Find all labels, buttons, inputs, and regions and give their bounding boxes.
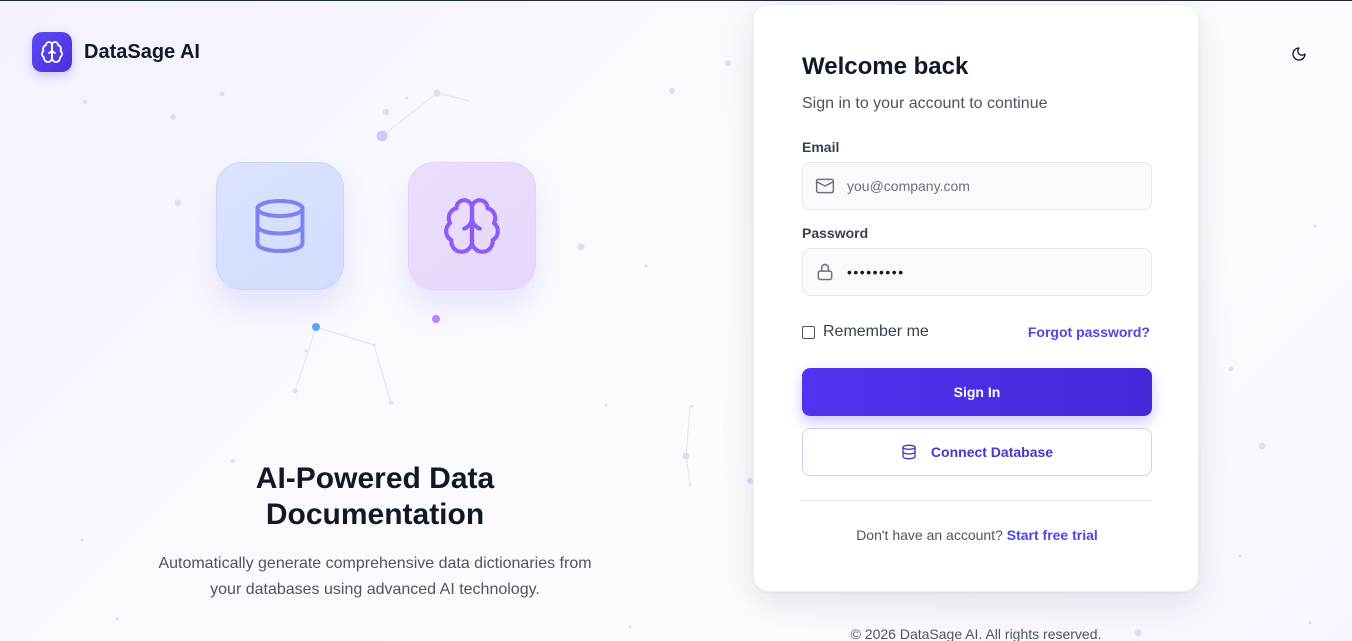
remember-checkbox[interactable] — [802, 325, 815, 339]
password-label: Password — [802, 225, 869, 241]
brand-name: DataSage AI — [84, 40, 200, 63]
theme-toggle-button[interactable] — [1289, 44, 1309, 64]
database-icon — [255, 199, 305, 253]
email-field[interactable] — [802, 162, 1152, 210]
connect-database-label: Connect Database — [930, 444, 1054, 460]
password-input[interactable]: ••••••••• — [847, 264, 905, 280]
login-subtitle: Sign in to your account to continue — [802, 95, 1048, 112]
brain-icon — [444, 198, 500, 254]
moon-icon — [1292, 47, 1306, 61]
mail-icon — [815, 178, 835, 194]
database-icon — [902, 444, 916, 460]
connect-database-button[interactable]: Connect Database — [802, 428, 1152, 476]
lock-icon — [817, 263, 833, 281]
forgot-password-link[interactable]: Forgot password? — [1028, 324, 1150, 340]
signup-prompt-text: Don't have an account? — [856, 527, 1003, 543]
database-tile — [216, 162, 344, 290]
login-card: Welcome back Sign in to your account to … — [753, 4, 1199, 592]
remember-label: Remember me — [823, 323, 929, 340]
divider — [802, 500, 1152, 501]
signup-prompt: Don't have an account? Start free trial — [802, 527, 1152, 543]
remember-me[interactable]: Remember me — [802, 323, 929, 341]
sign-in-button[interactable]: Sign In — [802, 368, 1152, 416]
brain-tile — [408, 162, 536, 290]
hero-subtitle: Automatically generate comprehensive dat… — [158, 555, 592, 598]
brand[interactable]: DataSage AI — [32, 32, 200, 72]
copyright: © 2026 DataSage AI. All rights reserved. — [850, 626, 1102, 641]
brand-logo — [32, 32, 72, 72]
login-title: Welcome back — [802, 53, 969, 80]
password-field[interactable]: ••••••••• — [802, 248, 1152, 296]
start-free-trial-link[interactable]: Start free trial — [1007, 527, 1098, 543]
hero-title: AI-Powered Data Documentation — [255, 462, 495, 531]
email-input[interactable] — [847, 178, 1127, 194]
email-label: Email — [802, 139, 840, 155]
brain-icon — [41, 41, 63, 63]
